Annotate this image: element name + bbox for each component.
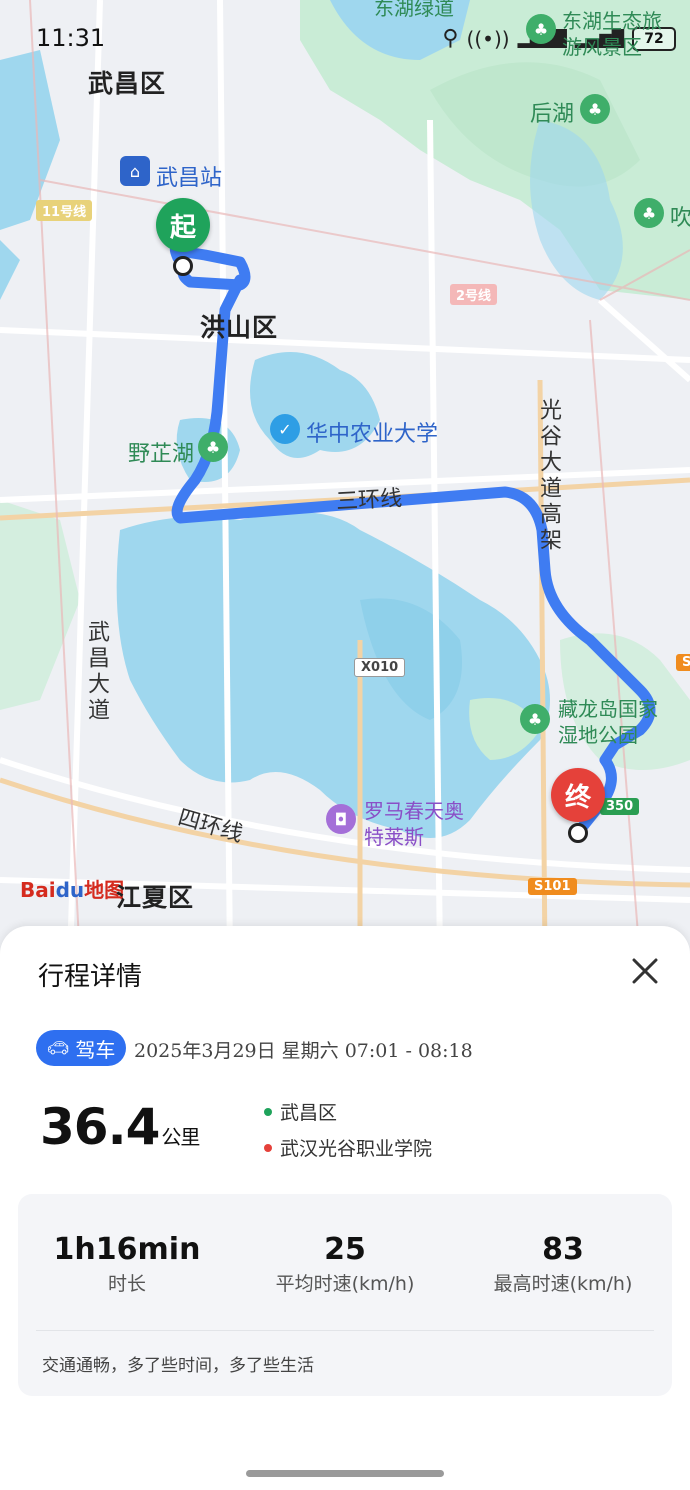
metro-line-11: 11号线	[36, 200, 93, 221]
end-dot	[264, 1143, 272, 1152]
location-icon: ⚲	[442, 26, 459, 51]
distance-display: 36.4 公里	[40, 1098, 200, 1156]
stat-avg-speed: 25 平均时速(km/h)	[236, 1232, 454, 1296]
hotspot-icon: ((•))	[466, 26, 510, 51]
sheet-title: 行程详情	[38, 962, 143, 992]
road-s101: S101	[528, 878, 577, 895]
shopping-icon: ◘	[326, 804, 356, 834]
map-view[interactable]: 11:31 ⚲ ((•)) ▂▄▆█ ▂▄▆█ 72 武昌区 ⌂ 武昌站 11号…	[0, 0, 690, 960]
label-third-ring: 三环线	[335, 486, 403, 515]
road-s1: S1	[676, 654, 690, 671]
label-east-lake-green: 东湖绿道	[374, 0, 454, 20]
trip-stats-card: 1h16min 时长 25 平均时速(km/h) 83 最高时速(km/h) 交…	[18, 1194, 672, 1396]
label-roma-outlets: 罗马春天奥特莱斯	[364, 799, 464, 849]
label-guanggu-ave: 光谷大道高架	[536, 398, 561, 554]
park-icon-hou-lake: ♣	[580, 94, 610, 124]
stat-duration-value: 1h16min	[53, 1232, 201, 1267]
stats-divider	[36, 1330, 654, 1331]
train-station-icon: ⌂	[120, 156, 150, 186]
label-east-lake: 东湖生态旅游风景区	[562, 9, 662, 59]
label-jiangxia-district: 江夏区	[116, 883, 195, 912]
end-location-label: 武汉光谷职业学院	[280, 1138, 433, 1160]
university-icon: ✓	[270, 414, 300, 444]
drive-mode-label: 驾车	[75, 1037, 116, 1062]
car-icon: 🚗︎	[46, 1037, 70, 1059]
start-location: 武昌区	[264, 1098, 337, 1125]
traffic-tagline: 交通通畅，多了些时间，多了些生活	[42, 1356, 314, 1376]
label-hongshan-district: 洪山区	[200, 313, 279, 342]
park-icon-canglong: ♣	[520, 704, 550, 734]
start-dot	[264, 1107, 272, 1116]
end-pin[interactable]: 终	[551, 768, 605, 822]
close-icon[interactable]	[628, 954, 662, 988]
park-icon: ♣	[198, 432, 228, 462]
road-x010: X010	[354, 658, 406, 677]
start-location-label: 武昌区	[280, 1102, 338, 1124]
road-g350: 350	[600, 798, 640, 815]
baidu-map-logo: Baidu地图	[20, 878, 125, 902]
park-icon-chui: ♣	[634, 198, 664, 228]
stat-duration: 1h16min 时长	[18, 1232, 236, 1296]
stat-duration-label: 时长	[107, 1273, 146, 1295]
trip-time-range: 2025年3月29日 星期六 07:01 - 08:18	[134, 1040, 473, 1062]
end-location: 武汉光谷职业学院	[264, 1134, 432, 1161]
label-chui: 吹	[670, 206, 690, 231]
label-wuchang-station: 武昌站	[156, 166, 223, 191]
stat-max-speed-label: 最高时速(km/h)	[493, 1273, 633, 1295]
label-huanong: 华中农业大学	[306, 422, 439, 447]
label-canglong: 藏龙岛国家湿地公园	[558, 697, 658, 747]
stat-avg-speed-label: 平均时速(km/h)	[275, 1273, 415, 1295]
start-pin[interactable]: 起	[156, 198, 210, 252]
label-wuchang-ave: 武昌大道	[84, 620, 109, 724]
stat-max-speed-value: 83	[542, 1232, 584, 1267]
distance-unit: 公里	[161, 1125, 200, 1149]
label-yezhi-lake: 野芷湖	[128, 442, 195, 467]
label-hou-lake: 后湖	[530, 102, 575, 127]
metro-line-2: 2号线	[450, 284, 498, 305]
start-point-marker	[173, 256, 193, 276]
stat-avg-speed-value: 25	[324, 1232, 366, 1267]
label-wuchang-district: 武昌区	[88, 69, 167, 98]
end-point-marker	[568, 823, 588, 843]
park-icon-east-lake: ♣	[526, 14, 556, 44]
home-indicator[interactable]	[246, 1470, 444, 1477]
trip-detail-sheet: 行程详情 🚗︎ 驾车 2025年3月29日 星期六 07:01 - 08:18 …	[0, 926, 690, 1490]
clock: 11:31	[36, 24, 106, 52]
distance-value: 36.4	[40, 1098, 160, 1156]
drive-mode-chip: 🚗︎ 驾车	[36, 1030, 126, 1066]
stat-max-speed: 83 最高时速(km/h)	[454, 1232, 672, 1296]
